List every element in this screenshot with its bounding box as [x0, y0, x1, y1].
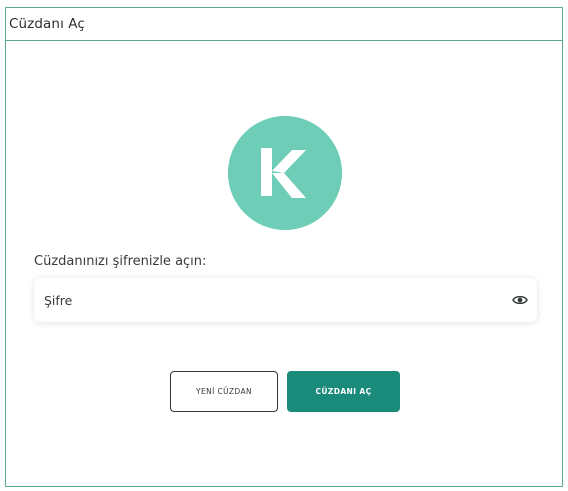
- open-wallet-dialog: Cüzdanı Aç Cüzdanınızı şifrenizle açın: …: [5, 7, 563, 487]
- password-field[interactable]: [34, 278, 537, 322]
- open-wallet-button[interactable]: CÜZDANI AÇ: [287, 371, 400, 412]
- eye-icon[interactable]: [511, 291, 529, 309]
- dialog-title: Cüzdanı Aç: [9, 16, 85, 32]
- new-wallet-button[interactable]: YENİ CÜZDAN: [170, 371, 278, 412]
- logo-svg: [228, 116, 342, 230]
- unlock-instruction-label: Cüzdanınızı şifrenizle açın:: [34, 254, 207, 269]
- dialog-header: Cüzdanı Aç: [6, 8, 562, 41]
- password-input[interactable]: [44, 292, 511, 308]
- kaspa-logo-icon: [228, 116, 342, 230]
